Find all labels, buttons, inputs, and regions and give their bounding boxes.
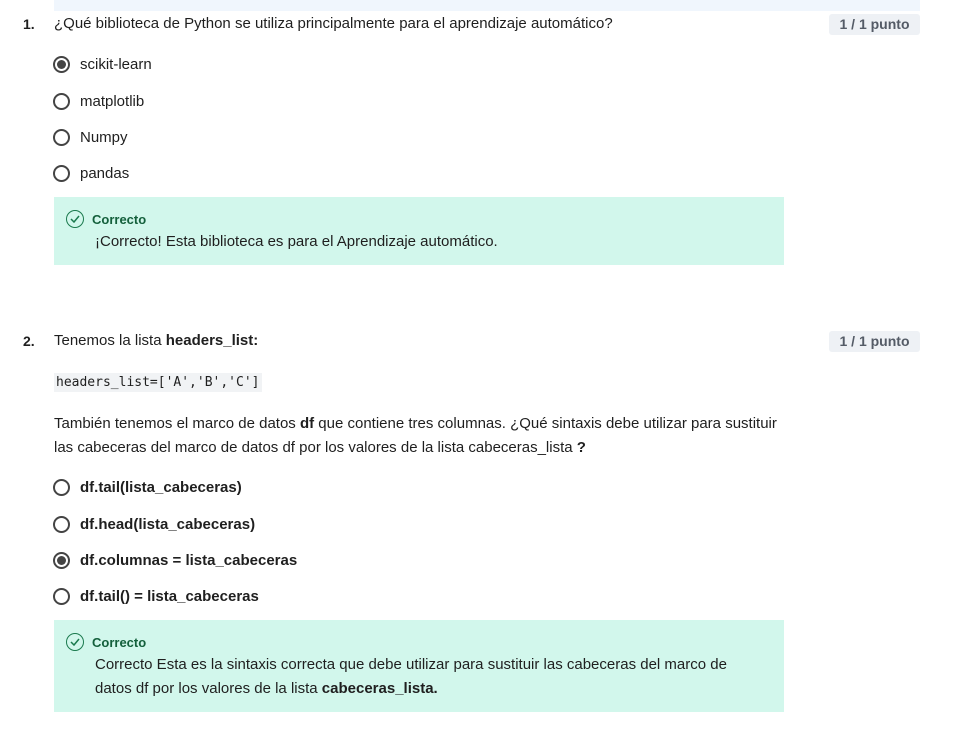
question-text: ¿Qué biblioteca de Python se utiliza pri…	[54, 15, 613, 32]
radio-button[interactable]	[53, 478, 70, 496]
radio-button[interactable]	[53, 164, 70, 182]
option-df-tail-assign[interactable]: df.tail() = lista_cabeceras	[53, 585, 259, 607]
radio-button[interactable]	[53, 92, 70, 110]
question-paragraph: También tenemos el marco de datos df que…	[54, 412, 784, 460]
question-prefix: Tenemos la lista	[54, 332, 166, 349]
option-df-head[interactable]: df.head(lista_cabeceras)	[53, 513, 255, 535]
check-circle-icon	[66, 210, 84, 228]
radio-button[interactable]	[53, 551, 70, 569]
paragraph-bold: df	[299, 415, 315, 432]
paragraph-bold: ?	[576, 439, 586, 456]
question-text: Tenemos la lista headers_list:	[54, 332, 258, 349]
radio-button[interactable]	[53, 587, 70, 605]
option-label: matplotlib	[80, 92, 145, 110]
option-numpy[interactable]: Numpy	[53, 126, 128, 148]
feedback-title: Correcto	[92, 211, 147, 227]
feedback-text: ¡Correcto! Esta biblioteca es para el Ap…	[95, 233, 498, 250]
feedback-text: Correcto Esta es la sintaxis correcta qu…	[95, 653, 764, 701]
check-circle-icon	[66, 633, 84, 651]
question-number: 1.	[23, 16, 35, 32]
option-label: pandas	[80, 164, 130, 182]
feedback-box: Correcto ¡Correcto! Esta biblioteca es p…	[54, 197, 784, 265]
code-snippet: headers_list=['A','B','C']	[54, 373, 262, 392]
option-label: scikit-learn	[80, 55, 152, 73]
paragraph-part: También tenemos el marco de datos	[54, 415, 300, 432]
option-pandas[interactable]: pandas	[53, 162, 129, 184]
option-label: df.tail(lista_cabeceras)	[80, 478, 242, 496]
option-df-tail[interactable]: df.tail(lista_cabeceras)	[53, 476, 242, 498]
feedback-header: Correcto	[66, 633, 146, 651]
score-badge: 1 / 1 punto	[829, 14, 920, 35]
score-badge: 1 / 1 punto	[829, 331, 920, 352]
question-number: 2.	[23, 333, 35, 349]
feedback-title: Correcto	[92, 634, 147, 650]
option-df-columnas[interactable]: df.columnas = lista_cabeceras	[53, 549, 297, 571]
question-bold: headers_list:	[165, 332, 259, 349]
option-scikit-learn[interactable]: scikit-learn	[53, 53, 152, 75]
feedback-text-bold: cabeceras_lista.	[321, 680, 438, 697]
option-label: df.head(lista_cabeceras)	[80, 515, 256, 533]
option-label: Numpy	[80, 128, 128, 146]
option-matplotlib[interactable]: matplotlib	[53, 90, 144, 112]
feedback-header: Correcto	[66, 210, 146, 228]
radio-button[interactable]	[53, 515, 70, 533]
radio-button[interactable]	[53, 55, 70, 73]
previous-section-strip	[54, 0, 920, 11]
radio-button[interactable]	[53, 128, 70, 146]
feedback-box: Correcto Correcto Esta es la sintaxis co…	[54, 620, 784, 712]
option-label: df.columnas = lista_cabeceras	[80, 551, 298, 569]
option-label: df.tail() = lista_cabeceras	[80, 587, 259, 605]
